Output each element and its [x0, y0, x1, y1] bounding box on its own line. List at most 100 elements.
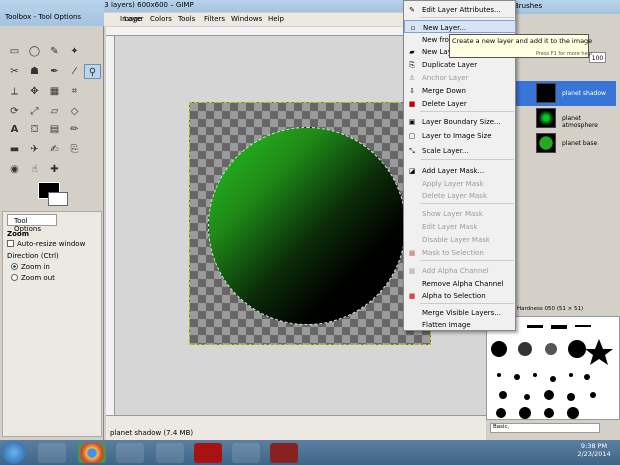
- menu-item-add-alpha-channel[interactable]: ▦ Add Alpha Channel: [404, 264, 516, 277]
- ink-icon[interactable]: ✍: [46, 142, 63, 157]
- menu-separator: [420, 17, 514, 18]
- brushes-tab-label: Brushes: [514, 2, 543, 10]
- menu-item-mask-to-selection[interactable]: ■ Mask to Selection: [404, 246, 516, 259]
- layer-name: planet atmosphere: [562, 115, 598, 129]
- menu-item-delete-layer-mask[interactable]: Delete Layer Mask: [404, 189, 516, 202]
- toolbox-titlebar[interactable]: Toolbox - Tool Options: [0, 0, 104, 26]
- menu-item-scale-layer[interactable]: ⤡ Scale Layer...: [404, 144, 516, 157]
- scissors-icon[interactable]: ✂: [6, 64, 23, 79]
- toolbox-panel: Toolbox - Tool Options ▭ ◯ ✎ ✦ ✂ ☗ ✒ ⁄ ⚲…: [0, 0, 104, 440]
- foreground-select-icon[interactable]: ☗: [26, 64, 43, 79]
- menu-item-anchor-layer[interactable]: ⚓ Anchor Layer: [404, 71, 516, 84]
- add-mask-icon: ◪: [408, 167, 416, 175]
- airbrush-icon[interactable]: ✈: [26, 142, 43, 157]
- menu-windows[interactable]: Windows: [231, 15, 262, 23]
- status-layer-info: planet shadow (7.4 MB): [110, 429, 194, 437]
- vertical-ruler[interactable]: [106, 36, 115, 415]
- measure-icon[interactable]: ⟂: [6, 84, 23, 99]
- tab-tool-options[interactable]: Tool Options: [7, 214, 57, 233]
- rect-select-icon[interactable]: ▭: [6, 44, 23, 59]
- edit-attributes-icon: ✎: [409, 6, 415, 14]
- menu-item-new-layer[interactable]: ▫ New Layer...: [404, 20, 516, 33]
- fuzzy-select-icon[interactable]: ✦: [66, 44, 83, 59]
- anchor-icon: ⚓: [408, 74, 416, 82]
- duplicate-icon: ⎘: [409, 61, 415, 69]
- menu-item-flatten-image[interactable]: Flatten Image: [404, 318, 516, 331]
- color-picker-icon[interactable]: ⁄: [66, 64, 83, 79]
- gimp-icon[interactable]: [232, 443, 260, 463]
- layer-row[interactable]: planet shadow: [516, 81, 616, 106]
- brushes-preview: [491, 325, 613, 419]
- zoom-out-radio[interactable]: [11, 274, 18, 281]
- zoom-in-label: Zoom in: [21, 263, 50, 271]
- app-icon[interactable]: [270, 443, 298, 463]
- menu-separator: [420, 203, 514, 204]
- brushes-grid[interactable]: [486, 316, 620, 420]
- layer-thumbnail: [536, 133, 556, 153]
- menu-tools[interactable]: Tools: [178, 15, 195, 23]
- zoom-tool-icon[interactable]: ⚲: [84, 64, 101, 79]
- start-button[interactable]: [2, 441, 26, 464]
- menu-filters[interactable]: Filters: [204, 15, 225, 23]
- menu-item-duplicate-layer[interactable]: ⎘ Duplicate Layer: [404, 58, 516, 71]
- menu-item-layer-boundary-size[interactable]: ▣ Layer Boundary Size...: [404, 115, 516, 128]
- rotate-icon[interactable]: ⟳: [6, 104, 23, 119]
- tool-options-heading: Zoom: [7, 230, 29, 238]
- menu-item-disable-layer-mask[interactable]: Disable Layer Mask: [404, 233, 516, 246]
- align-icon[interactable]: ▦: [46, 84, 63, 99]
- menu-help[interactable]: Help: [268, 15, 284, 23]
- file-explorer-icon[interactable]: [38, 443, 66, 463]
- eraser-icon[interactable]: ▬: [6, 142, 23, 157]
- bucket-fill-icon[interactable]: ⛋: [26, 122, 43, 137]
- app-icon[interactable]: [194, 443, 222, 463]
- clone-icon[interactable]: ⎘: [66, 142, 83, 157]
- menu-separator: [420, 159, 514, 160]
- smudge-icon[interactable]: ☝: [26, 162, 43, 177]
- tooltip-text: Create a new layer and add it to the ima…: [452, 37, 593, 45]
- layer-row[interactable]: planet base: [516, 131, 616, 156]
- merge-down-icon: ⇩: [409, 87, 415, 95]
- background-color-swatch[interactable]: [48, 192, 68, 206]
- game-icon[interactable]: [156, 443, 184, 463]
- media-player-icon[interactable]: [116, 443, 144, 463]
- chrome-icon[interactable]: [78, 443, 106, 463]
- menu-item-layer-to-image-size[interactable]: ▢ Layer to Image Size: [404, 129, 516, 142]
- menu-layer[interactable]: Layer: [124, 15, 144, 23]
- menu-item-merge-down[interactable]: ⇩ Merge Down: [404, 84, 516, 97]
- menu-item-add-layer-mask[interactable]: ◪ Add Layer Mask...: [404, 164, 516, 177]
- system-clock[interactable]: 9:38 PM 2/23/2014: [570, 442, 618, 464]
- auto-resize-checkbox[interactable]: [7, 240, 14, 247]
- menu-item-edit-layer-attributes[interactable]: ✎ Edit Layer Attributes...: [404, 3, 516, 16]
- layer-name: planet base: [562, 140, 598, 147]
- crop-icon[interactable]: ⌗: [66, 84, 83, 99]
- zoom-in-radio[interactable]: [11, 263, 18, 270]
- ellipse-select-icon[interactable]: ◯: [26, 44, 43, 59]
- layer-name: planet shadow: [562, 90, 606, 97]
- pencil-icon[interactable]: ✏: [66, 122, 83, 137]
- brush-tag-filter[interactable]: Basic,: [490, 423, 600, 433]
- menu-colors[interactable]: Colors: [150, 15, 172, 23]
- boundary-size-icon: ▣: [408, 118, 416, 126]
- tool-options-panel: Tool Options Zoom Auto-resize window Dir…: [2, 211, 102, 437]
- menu-item-edit-layer-mask[interactable]: Edit Layer Mask: [404, 220, 516, 233]
- heal-icon[interactable]: ✚: [46, 162, 63, 177]
- paths-icon[interactable]: ✒: [46, 64, 63, 79]
- layer-thumbnail: [536, 108, 556, 128]
- scale-icon[interactable]: ⤢: [26, 104, 43, 119]
- dodge-icon[interactable]: ◉: [6, 162, 23, 177]
- text-icon[interactable]: A: [6, 122, 23, 137]
- menu-item-show-layer-mask[interactable]: Show Layer Mask: [404, 207, 516, 220]
- menu-item-alpha-to-selection[interactable]: ■ Alpha to Selection: [404, 289, 516, 302]
- menu-separator: [420, 303, 514, 304]
- menu-item-delete-layer[interactable]: ■ Delete Layer: [404, 97, 516, 110]
- new-layer-tooltip: Create a new layer and add it to the ima…: [449, 34, 593, 58]
- layer-thumbnail: [536, 83, 556, 103]
- shear-icon[interactable]: ▱: [46, 104, 63, 119]
- scale-layer-icon: ⤡: [409, 147, 415, 155]
- free-select-icon[interactable]: ✎: [46, 44, 63, 59]
- blend-icon[interactable]: ▤: [46, 122, 63, 137]
- layer-row[interactable]: planet atmosphere: [516, 106, 616, 131]
- perspective-icon[interactable]: ◇: [66, 104, 83, 119]
- move-icon[interactable]: ✥: [26, 84, 43, 99]
- clock-time: 9:38 PM: [580, 442, 608, 450]
